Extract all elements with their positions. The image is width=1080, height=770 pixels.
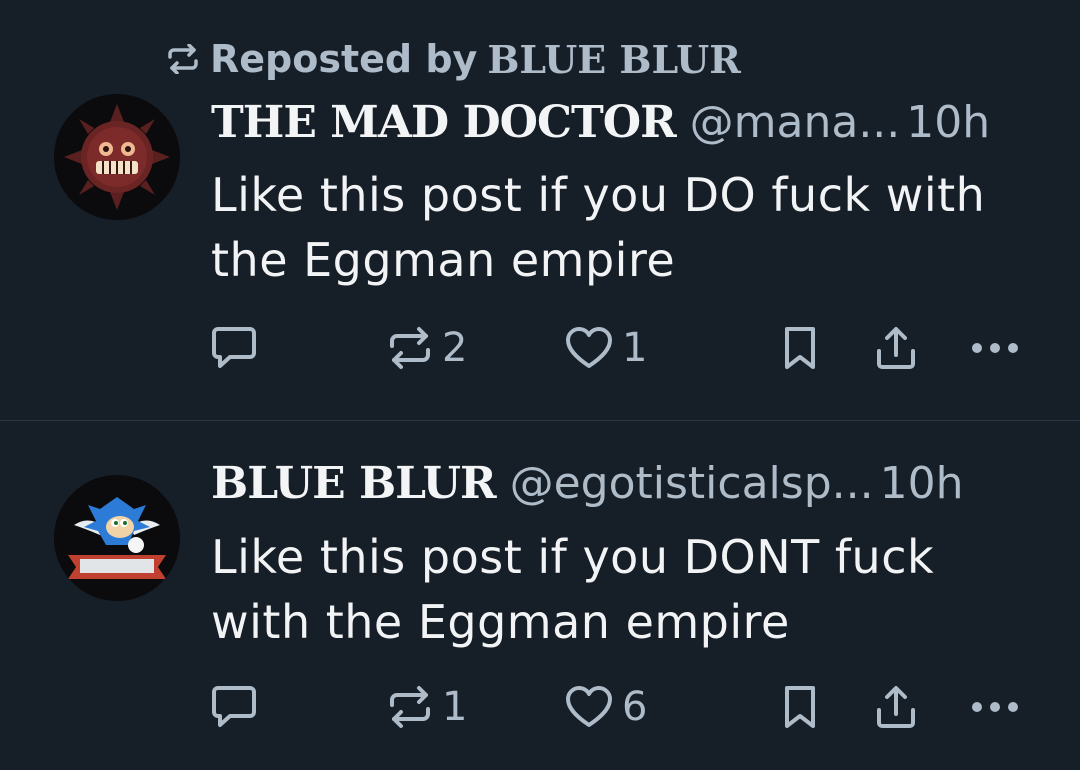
repost-label: Reposted by: [210, 37, 478, 81]
more-icon: [970, 700, 1020, 714]
post-text: Like this post if you DO fuck with the E…: [211, 168, 986, 287]
repost-icon: [166, 44, 200, 74]
handle[interactable]: @mana...: [690, 96, 901, 150]
reply-button[interactable]: [210, 318, 258, 378]
avatar[interactable]: [54, 94, 180, 220]
heart-icon: [564, 326, 614, 370]
repost-icon: [386, 326, 434, 370]
like-button[interactable]: 6: [564, 677, 647, 737]
share-icon: [874, 325, 918, 371]
repost-button[interactable]: 1: [386, 677, 467, 737]
repost-icon: [386, 685, 434, 729]
share-icon: [874, 684, 918, 730]
more-icon: [970, 341, 1020, 355]
bookmark-icon: [780, 684, 820, 730]
bookmark-button[interactable]: [780, 677, 820, 737]
post-actions: 2 1: [0, 318, 1080, 378]
bookmark-button[interactable]: [780, 318, 820, 378]
bookmark-icon: [780, 325, 820, 371]
more-button[interactable]: [970, 677, 1020, 737]
display-name[interactable]: THE MAD DOCTOR: [211, 96, 677, 150]
avatar[interactable]: [54, 475, 180, 601]
post-header: THE MAD DOCTOR @mana... 10h: [211, 96, 1034, 150]
more-button[interactable]: [970, 318, 1020, 378]
reply-icon: [210, 684, 258, 730]
timestamp[interactable]: 10h: [906, 96, 990, 150]
post-text: Like this post if you DONT fuck with the…: [211, 530, 935, 649]
post-header: BLUE BLUR @egotisticalsp... 10h: [211, 457, 1034, 511]
reply-button[interactable]: [210, 677, 258, 737]
repost-count: 2: [442, 325, 468, 371]
like-count: 6: [622, 684, 648, 730]
reply-icon: [210, 325, 258, 371]
eggman-emblem-avatar: [54, 94, 180, 220]
like-button[interactable]: 1: [564, 318, 647, 378]
repost-count: 1: [442, 684, 468, 730]
handle[interactable]: @egotisticalsp...: [510, 457, 874, 511]
repost-banner[interactable]: Reposted by BLUE BLUR: [166, 34, 741, 84]
display-name[interactable]: BLUE BLUR: [211, 457, 497, 511]
post-item[interactable]: Reposted by BLUE BLUR THE MAD DOCTOR @ma…: [0, 0, 1080, 420]
share-button[interactable]: [874, 677, 918, 737]
share-button[interactable]: [874, 318, 918, 378]
sonic-emblem-avatar: [54, 475, 180, 601]
post-actions: 1 6: [0, 677, 1080, 737]
timestamp[interactable]: 10h: [880, 457, 964, 511]
like-count: 1: [622, 325, 648, 371]
heart-icon: [564, 685, 614, 729]
repost-by-name[interactable]: BLUE BLUR: [487, 37, 741, 82]
post-item[interactable]: BLUE BLUR @egotisticalsp... 10h Like thi…: [0, 421, 1080, 770]
feed: Reposted by BLUE BLUR THE MAD DOCTOR @ma…: [0, 0, 1080, 770]
repost-button[interactable]: 2: [386, 318, 467, 378]
